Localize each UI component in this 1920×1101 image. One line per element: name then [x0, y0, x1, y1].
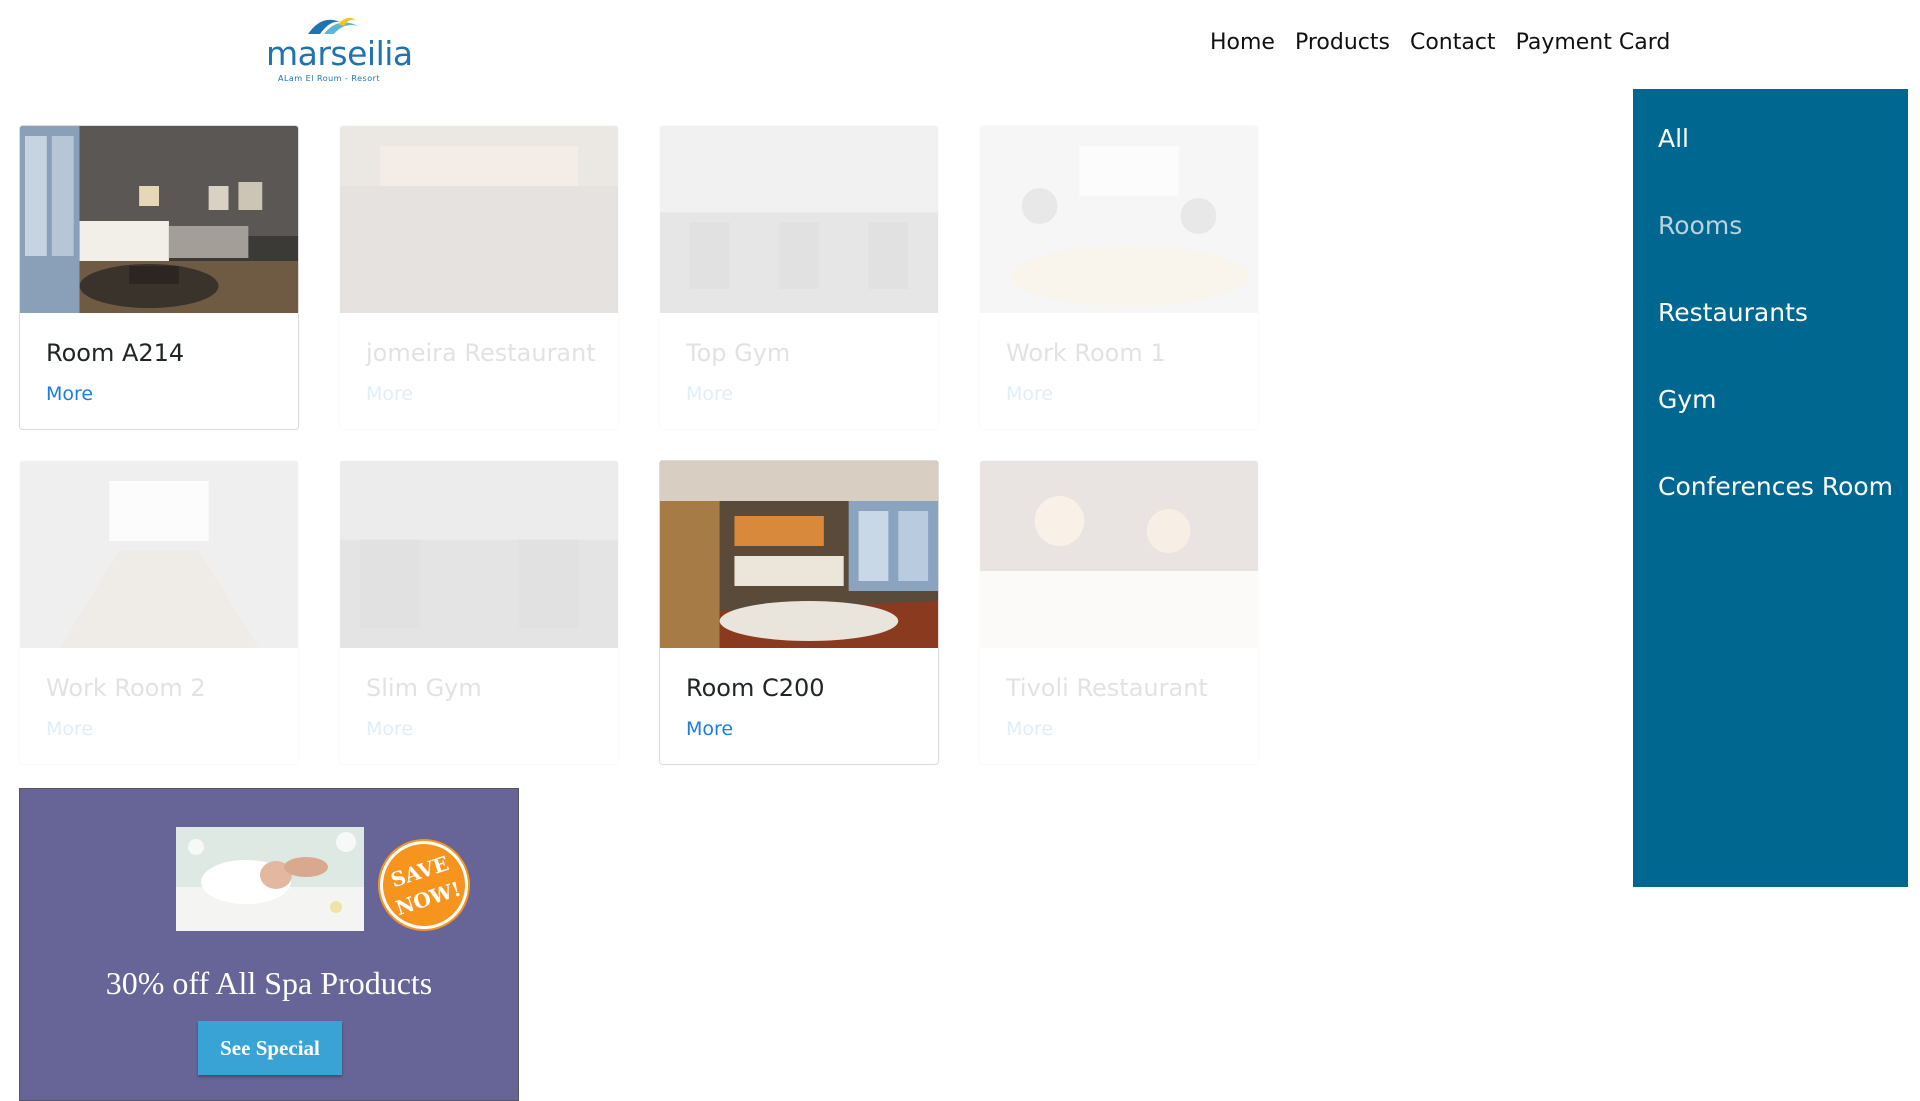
- card-title: Room A214: [46, 339, 185, 367]
- card-more-link[interactable]: More: [46, 383, 93, 405]
- card-more-link[interactable]: More: [686, 383, 733, 405]
- category-filter-sidebar: All Rooms Restaurants Gym Conferences Ro…: [1633, 89, 1908, 887]
- filter-gym[interactable]: Gym: [1633, 356, 1908, 443]
- card-more-link[interactable]: More: [1006, 383, 1053, 405]
- nav-payment-card[interactable]: Payment Card: [1516, 30, 1671, 55]
- product-card: Room C200 More: [659, 460, 939, 765]
- restaurant-photo: [980, 461, 1258, 648]
- nav-products[interactable]: Products: [1295, 30, 1390, 55]
- card-title: Top Gym: [686, 339, 791, 367]
- main-nav: Home Products Contact Payment Card: [1210, 30, 1670, 55]
- card-title: Work Room 1: [1006, 339, 1166, 367]
- promo-headline: 30% off All Spa Products: [105, 965, 433, 1001]
- room-photo: [20, 126, 298, 313]
- card-title: Tivoli Restaurant: [1006, 674, 1208, 702]
- product-card: Room A214 More: [19, 125, 299, 430]
- card-title: Room C200: [686, 674, 825, 702]
- logo-name: marseilia: [266, 34, 413, 73]
- product-card: Slim Gym More: [339, 460, 619, 765]
- card-title: Work Room 2: [46, 674, 206, 702]
- nav-contact[interactable]: Contact: [1410, 30, 1496, 55]
- product-card: Top Gym More: [659, 125, 939, 430]
- filter-all[interactable]: All: [1633, 95, 1908, 182]
- save-now-badge: SAVE NOW!: [368, 829, 480, 941]
- resort-logo[interactable]: marseilia ALam El Roum - Resort: [266, 12, 413, 83]
- spa-photo: [176, 827, 364, 931]
- badge-text: SAVE NOW!: [387, 851, 464, 921]
- product-card: jomeira Restaurant More: [339, 125, 619, 430]
- product-card: Work Room 2 More: [19, 460, 299, 765]
- card-more-link[interactable]: More: [46, 718, 93, 740]
- nav-home[interactable]: Home: [1210, 30, 1275, 55]
- gym-photo: [660, 126, 938, 313]
- card-more-link[interactable]: More: [366, 718, 413, 740]
- filter-rooms[interactable]: Rooms: [1633, 182, 1908, 269]
- card-title: jomeira Restaurant: [366, 339, 596, 367]
- card-more-link[interactable]: More: [1006, 718, 1053, 740]
- restaurant-photo: [340, 126, 618, 313]
- gym-photo: [340, 461, 618, 648]
- meeting-room-photo: [980, 126, 1258, 313]
- conference-room-photo: [20, 461, 298, 648]
- living-room-photo: [660, 461, 938, 648]
- product-card: Tivoli Restaurant More: [979, 460, 1259, 765]
- card-more-link[interactable]: More: [366, 383, 413, 405]
- see-special-button[interactable]: See Special: [198, 1021, 342, 1075]
- logo-tagline: ALam El Roum - Resort: [278, 74, 381, 83]
- filter-conferences-room[interactable]: Conferences Room: [1633, 443, 1908, 530]
- card-more-link[interactable]: More: [686, 718, 733, 740]
- product-card: Work Room 1 More: [979, 125, 1259, 430]
- spa-promo-banner: SAVE NOW! 30% off All Spa Products See S…: [19, 788, 519, 1101]
- filter-restaurants[interactable]: Restaurants: [1633, 269, 1908, 356]
- card-title: Slim Gym: [366, 674, 482, 702]
